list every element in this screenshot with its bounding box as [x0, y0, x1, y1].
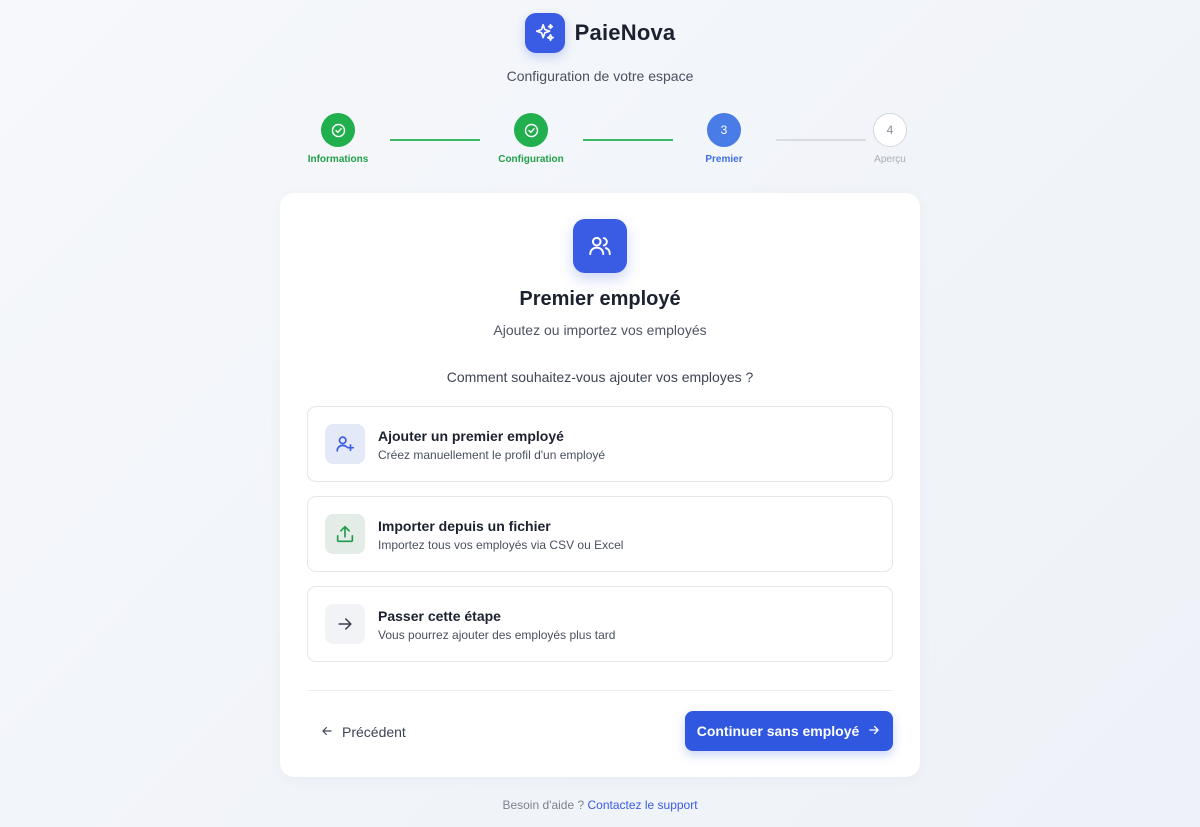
card-title: Premier employé	[519, 288, 681, 310]
check-circle-icon	[514, 113, 548, 147]
divider	[307, 690, 893, 691]
page-subtitle: Configuration de votre espace	[506, 68, 694, 84]
help-footer: Besoin d'aide ? Contactez le support	[0, 798, 1200, 812]
option-title: Ajouter un premier employé	[378, 428, 564, 444]
step-connector	[390, 139, 480, 141]
users-icon	[573, 219, 627, 273]
arrow-right-icon	[325, 604, 365, 644]
option-skip-step[interactable]: Passer cette étape Vous pourrez ajouter …	[307, 586, 893, 662]
option-title: Passer cette étape	[378, 608, 501, 624]
step-apercu: 4 Aperçu	[840, 113, 940, 165]
option-description: Importez tous vos employés via CSV ou Ex…	[378, 538, 624, 552]
previous-label: Précédent	[342, 724, 406, 740]
step-premier[interactable]: 3 Premier	[674, 113, 774, 165]
help-text: Besoin d'aide ?	[502, 798, 585, 812]
card-subtitle: Ajoutez ou importez vos employés	[493, 322, 707, 338]
arrow-right-icon	[867, 723, 881, 740]
option-title: Importer depuis un fichier	[378, 518, 551, 534]
contact-support-link[interactable]: Contactez le support	[587, 798, 697, 812]
step-label: Informations	[307, 154, 369, 165]
step-number: 4	[873, 113, 907, 147]
continue-label: Continuer sans employé	[696, 723, 860, 739]
option-description: Créez manuellement le profil d'un employ…	[378, 448, 606, 462]
arrow-left-icon	[320, 724, 334, 741]
option-description: Vous pourrez ajouter des employés plus t…	[378, 628, 616, 642]
check-circle-icon	[321, 113, 355, 147]
step-label: Aperçu	[874, 154, 906, 165]
step-label: Premier	[705, 154, 743, 165]
step-connector	[583, 139, 673, 141]
upload-icon	[325, 514, 365, 554]
option-import-file[interactable]: Importer depuis un fichier Importez tous…	[307, 496, 893, 572]
continue-button[interactable]: Continuer sans employé	[685, 711, 893, 751]
brand-name: PaieNova	[574, 20, 676, 45]
employee-setup-card: Premier employé Ajoutez ou importez vos …	[280, 193, 920, 777]
user-plus-icon	[325, 424, 365, 464]
option-add-employee[interactable]: Ajouter un premier employé Créez manuell…	[307, 406, 893, 482]
progress-stepper: Informations Configuration 3 Premier 4 A…	[0, 113, 1200, 173]
sparkles-icon	[524, 13, 565, 53]
question-text: Comment souhaitez-vous ajouter vos emplo…	[446, 369, 754, 385]
step-configuration[interactable]: Configuration	[481, 113, 581, 165]
step-informations[interactable]: Informations	[288, 113, 388, 165]
previous-button[interactable]: Précédent	[320, 720, 406, 744]
step-label: Configuration	[498, 154, 564, 165]
step-number: 3	[707, 113, 741, 147]
brand-header: PaieNova	[0, 13, 1200, 53]
